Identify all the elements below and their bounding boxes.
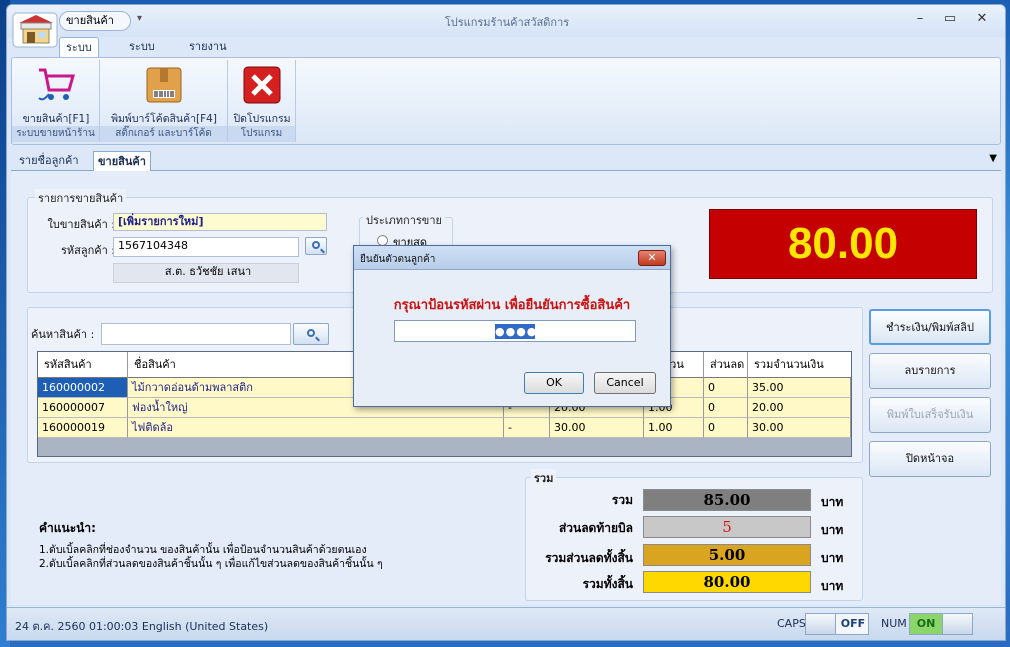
customer-name: ส.ต. ธวัชชัย เสนา [113,263,299,283]
caps-toggle[interactable]: OFF [805,613,869,635]
sum-total-discount-value: 5.00 [643,544,811,566]
sum-bill-discount-value[interactable]: 5 [643,516,811,538]
num-toggle-knob [942,614,972,634]
hint-title: คำแนะนำ: [39,521,96,535]
sell-product-button[interactable]: ขายสินค้า[F1] [12,60,100,126]
cell-discount[interactable]: 0 [704,378,748,398]
customer-code-field[interactable]: 1567104348 [113,237,299,257]
dialog-prompt: กรุณาป้อนรหัสผ่าน เพื่อยืนยันการซื้อสินค… [393,298,631,313]
search-product-label: ค้นหาสินค้า : [31,328,95,341]
sale-group-title: รายการขายสินค้า [35,189,127,207]
cell-discount[interactable]: 0 [704,418,748,438]
num-toggle[interactable]: ON [909,613,973,635]
caps-value: OFF [840,617,866,630]
status-datetime: 24 ต.ค. 2560 01:00:03 English (United St… [15,620,269,633]
num-label: NUM [881,617,907,630]
invoice-label: ใบขายสินค้า : [47,218,115,231]
ribbon-group-barcode: พิมพ์บาร์โค้ดสินค้า[F4] สติ๊กเกอร์ และบา… [100,60,228,142]
shopping-cart-icon [38,68,75,101]
close-program-label: ปิดโปรแกรม [233,113,291,125]
sum-total-discount-unit: บาท [821,551,844,565]
invoice-field[interactable]: [เพิ่มรายการใหม่] [113,213,327,231]
search-product-input[interactable] [101,323,291,345]
search-product-button[interactable] [293,323,329,345]
window-title: โปรแกรมร้านค้าสวัสดิการ [444,16,570,29]
sum-grand-total-label: รวมทั้งสิ้น [582,577,633,591]
cell-total: 30.00 [748,418,851,438]
num-value: ON [910,614,942,634]
col-header-discount: ส่วนลด [704,352,748,378]
minimize-button[interactable]: – [905,11,935,26]
sum-subtotal-value: 85.00 [643,489,811,511]
delete-item-button[interactable]: ลบรายการ [869,353,991,389]
ok-button[interactable]: OK [524,372,584,394]
ribbon-group-pos: ขายสินค้า[F1] ระบบขายหน้าร้าน [12,60,100,142]
sum-subtotal-unit: บาท [821,495,844,509]
total-display: 80.00 [709,209,977,279]
table-row[interactable]: 160000019 ไฟติดล้อ - 30.00 1.00 0 30.00 [38,418,851,438]
sale-type-title: ประเภทการขาย [363,211,445,229]
confirm-identity-dialog: ยืนยันตัวตนลูกค้า ✕ กรุณาป้อนรหัสผ่าน เพ… [353,245,671,407]
cell-discount[interactable]: 0 [704,398,748,418]
cell-qty[interactable]: 1.00 [644,418,704,438]
summary-title: รวม [531,469,557,487]
close-icon [243,66,281,104]
cell-price: 30.00 [550,418,644,438]
customer-search-button[interactable] [305,237,327,255]
close-window-button[interactable]: ✕ [967,11,997,26]
cell-unit: - [504,418,550,438]
col-header-total: รวมจำนวนเงิน [754,358,824,371]
caps-label: CAPS [777,617,806,630]
close-program-button[interactable]: ปิดโปรแกรม [228,60,296,126]
ribbon-group-label: สติ๊กเกอร์ และบาร์โค้ด [100,126,227,142]
search-icon [307,329,315,337]
cell-code: 160000019 [38,418,128,438]
dialog-close-icon[interactable]: ✕ [638,250,666,266]
cell-code: 160000002 [38,378,128,398]
sum-bill-discount-unit: บาท [821,523,844,537]
sum-total-discount-label: รวมส่วนลดทั้งสิ้น [545,551,633,565]
tab-menu-chevron-down-icon[interactable]: ▼ [989,153,997,164]
col-header-code: รหัสสินค้า [38,352,128,378]
password-mask: ●●●●● [495,324,548,339]
ribbon-tab-main[interactable]: ระบบหลัก [59,37,99,73]
cell-name: ไฟติดล้อ [128,418,504,438]
dialog-title: ยืนยันตัวตนลูกค้า [360,254,436,265]
caps-toggle-knob [806,614,836,634]
ribbon-tab-report[interactable]: รายงาน [183,37,233,57]
print-barcode-label: พิมพ์บาร์โค้ดสินค้า[F4] [111,113,217,125]
sum-subtotal-label: รวม [611,493,633,507]
search-icon [312,241,320,249]
document-tabs: รายชื่อลูกค้า ขายสินค้า ▼ [11,149,1001,171]
status-bar: 24 ต.ค. 2560 01:00:03 English (United St… [7,607,1005,640]
ribbon-group-program: ปิดโปรแกรม โปรแกรม [228,60,296,142]
sum-grand-total-unit: บาท [821,579,844,593]
print-receipt-button[interactable]: พิมพ์ใบเสร็จรับเงิน [869,397,991,433]
barcode-box-icon [146,67,182,103]
maximize-button[interactable]: ▭ [935,11,965,26]
ribbon-group-label: ระบบขายหน้าร้าน [12,126,99,142]
cell-total: 20.00 [748,398,851,418]
sell-product-label: ขายสินค้า[F1] [22,113,90,125]
pay-print-slip-button[interactable]: ชำระเงิน/พิมพ์สลิป [869,309,991,345]
title-bar: ขายสินค้า ▾ โปรแกรมร้านค้าสวัสดิการ – ▭ … [7,5,1005,48]
main-window: ขายสินค้า ▾ โปรแกรมร้านค้าสวัสดิการ – ▭ … [6,4,1006,641]
sum-grand-total-value: 80.00 [643,571,811,593]
cell-code: 160000007 [38,398,128,418]
close-screen-button[interactable]: ปิดหน้าจอ [869,441,991,477]
customer-code-label: รหัสลูกค้า : [60,244,115,257]
cell-total: 35.00 [748,378,851,398]
tab-sell-product[interactable]: ขายสินค้า [93,151,151,171]
ribbon: ขายสินค้า[F1] ระบบขายหน้าร้าน พิมพ์บาร์โ… [11,57,1001,145]
cancel-button[interactable]: Cancel [594,372,656,394]
hint-line-2: 2.ดับเบิ้ลคลิกที่ส่วนลดของสินค้าชิ้นนั้น… [39,558,383,570]
tab-customer-list[interactable]: รายชื่อลูกค้า [15,151,83,171]
password-input[interactable]: ●●●●● [394,320,636,342]
ribbon-group-label: โปรแกรม [228,126,295,142]
ribbon-tab-work[interactable]: ระบบงาน [123,37,161,72]
sum-bill-discount-label: ส่วนลดท้ายบิล [558,521,633,535]
print-barcode-button[interactable]: พิมพ์บาร์โค้ดสินค้า[F4] [100,60,228,126]
dialog-title-bar: ยืนยันตัวตนลูกค้า ✕ [354,246,670,270]
